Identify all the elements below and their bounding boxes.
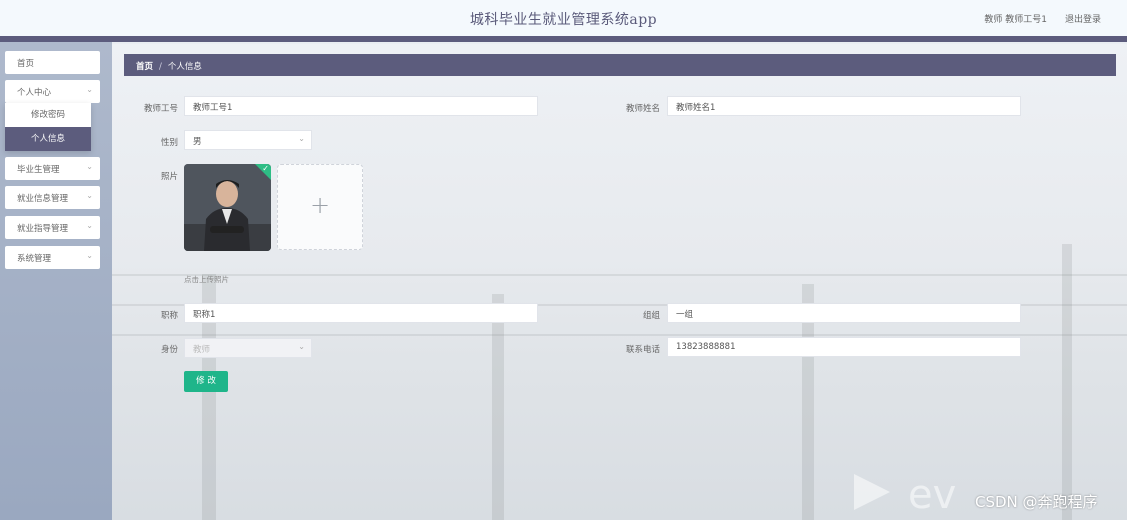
sidebar-item-employment-info[interactable]: 就业信息管理 ⌄ [5,186,100,209]
logout-link[interactable]: 退出登录 [1065,12,1101,25]
sidebar-item-label: 就业信息管理 [17,194,69,204]
upload-tip: 点击上传照片 [184,275,229,284]
photo-label: 照片 [160,172,178,182]
teacher-id-field[interactable]: 教师工号1 [184,96,538,116]
teacher-name-field[interactable]: 教师姓名1 [667,96,1021,116]
sidebar-item-system-management[interactable]: 系统管理 ⌄ [5,246,100,269]
chevron-down-icon: ⌄ [86,191,93,200]
plus-icon: + [309,191,331,219]
breadcrumb-home[interactable]: 首页 [136,62,153,72]
user-info: 教师 教师工号1 [984,15,1047,25]
sidebar-item-graduate-management[interactable]: 毕业生管理 ⌄ [5,157,100,180]
role-value: 教师 [193,345,211,355]
submenu-item-change-password[interactable]: 修改密码 [5,103,91,127]
chevron-down-icon: ⌄ [86,251,93,260]
submit-button[interactable]: 修 改 [184,371,228,392]
top-header: 城科毕业生就业管理系统app 教师 教师工号1 退出登录 [0,0,1127,42]
title-label: 职称 [160,311,178,321]
chevron-down-icon: ⌄ [86,162,93,171]
team-label: 组组 [642,311,660,321]
sidebar-item-home[interactable]: 首页 [5,51,100,74]
sidebar-item-label: 首页 [17,59,35,69]
chevron-down-icon: ⌄ [86,85,93,94]
ev-watermark-logo: ev [854,472,956,514]
app-title: 城科毕业生就业管理系统app [469,12,658,28]
sidebar-item-label: 系统管理 [17,254,52,264]
gender-label: 性别 [160,138,178,148]
chevron-down-icon: ⌄ [298,134,305,143]
uploaded-check-icon: ✓ [255,164,271,180]
gender-value: 男 [193,137,202,147]
breadcrumb-separator: / [159,62,162,72]
csdn-watermark: CSDN @奔跑程序 [975,493,1098,511]
profile-photo[interactable]: ✓ [184,164,271,251]
photo-upload-button[interactable]: + [277,164,363,250]
breadcrumb: 首页 / 个人信息 [124,54,1116,76]
role-label: 身份 [160,345,178,355]
sidebar-item-employment-guidance[interactable]: 就业指导管理 ⌄ [5,216,100,239]
sidebar-item-personal-center[interactable]: 个人中心 ⌄ [5,80,100,103]
chevron-down-icon: ⌄ [86,221,93,230]
sidebar-item-label: 就业指导管理 [17,224,69,234]
submenu-personal-center: 修改密码 个人信息 [5,103,91,151]
teacher-id-label: 教师工号 [143,104,178,114]
sidebar-item-label: 个人中心 [17,88,52,98]
chevron-down-icon: ⌄ [298,342,305,351]
team-field[interactable]: 一组 [667,303,1021,323]
phone-field[interactable]: 13823888881 [667,337,1021,357]
phone-label: 联系电话 [625,345,660,355]
role-select: 教师 ⌄ [184,338,312,358]
sidebar-item-label: 毕业生管理 [17,165,60,175]
submenu-item-personal-info[interactable]: 个人信息 [5,127,91,151]
breadcrumb-current: 个人信息 [167,62,202,72]
title-field[interactable]: 职称1 [184,303,538,323]
teacher-name-label: 教师姓名 [625,104,660,114]
gender-select[interactable]: 男 ⌄ [184,130,312,150]
svg-text:ev: ev [908,472,956,514]
